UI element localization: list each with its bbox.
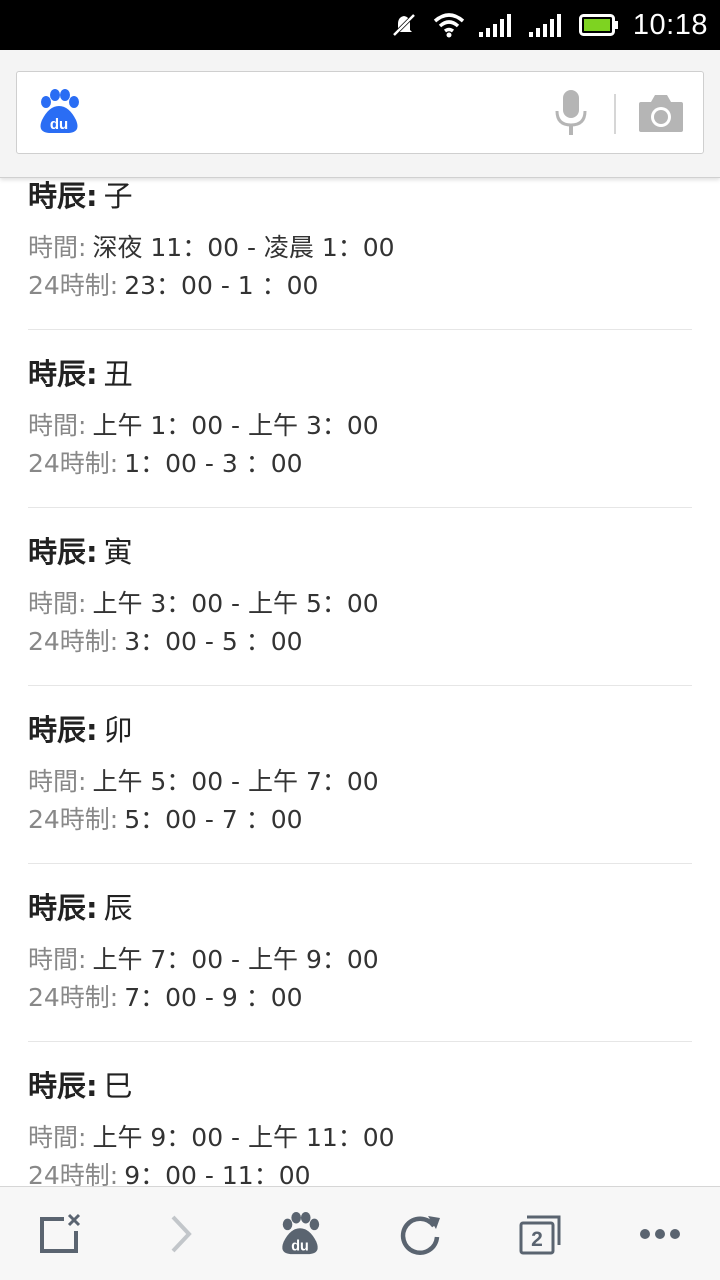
entry-title: 時辰: 丑 [28, 354, 133, 394]
time-label: 時間: [28, 589, 87, 618]
time-row: 時間: 上午 5：00 - 上午 7：00 [28, 765, 379, 799]
shichen-label: 時辰: [28, 713, 98, 747]
time-row: 時間: 上午 3：00 - 上午 5：00 [28, 587, 379, 621]
close-page-button[interactable] [0, 1187, 120, 1280]
h24-value: 7：00 - 9 ：00 [124, 983, 303, 1012]
time-row: 時間: 深夜 11：00 - 凌晨 1：00 [28, 231, 395, 265]
forward-button[interactable] [120, 1187, 240, 1280]
entry-title: 時辰: 子 [28, 176, 133, 216]
shichen-value: 辰 [103, 891, 133, 925]
entry-title: 時辰: 卯 [28, 710, 133, 750]
baidu-home-button[interactable]: du [240, 1187, 360, 1280]
time-row: 時間: 上午 1：00 - 上午 3：00 [28, 409, 379, 443]
search-input[interactable] [99, 90, 539, 136]
forward-icon [165, 1213, 195, 1255]
h24-value: 23：00 - 1 ：00 [124, 271, 319, 300]
h24-label: 24時制: [28, 983, 119, 1012]
mic-icon[interactable] [553, 89, 589, 137]
tabs-button[interactable]: 2 [480, 1187, 600, 1280]
shichen-label: 時辰: [28, 535, 98, 569]
shichen-value: 子 [103, 179, 133, 213]
h24-row: 24時制: 1：00 - 3 ：00 [28, 447, 303, 481]
h24-label: 24時制: [28, 271, 119, 300]
h24-label: 24時制: [28, 449, 119, 478]
refresh-icon [398, 1212, 442, 1256]
time-value: 上午 7：00 - 上午 9：00 [92, 945, 379, 974]
close-page-icon [38, 1213, 82, 1255]
baidu-logo[interactable]: du [37, 88, 81, 136]
shichen-label: 時辰: [28, 357, 98, 391]
time-label: 時間: [28, 1123, 87, 1152]
h24-value: 3：00 - 5 ：00 [124, 627, 303, 656]
shichen-value: 巳 [103, 1069, 133, 1103]
h24-row: 24時制: 3：00 - 5 ：00 [28, 625, 303, 659]
result-list: 時辰: 子 時間: 深夜 11：00 - 凌晨 1：00 24時制: 23：00 - … [28, 0, 692, 1280]
shichen-label: 時辰: [28, 1069, 98, 1103]
time-label: 時間: [28, 767, 87, 796]
time-value: 上午 1：00 - 上午 3：00 [92, 411, 379, 440]
time-label: 時間: [28, 411, 87, 440]
h24-row: 24時制: 23：00 - 1 ：00 [28, 269, 318, 303]
more-icon [639, 1228, 681, 1240]
time-label: 時間: [28, 945, 87, 974]
time-row: 時間: 上午 9：00 - 上午 11：00 [28, 1121, 395, 1155]
shichen-value: 寅 [103, 535, 133, 569]
time-label: 時間: [28, 233, 87, 262]
shichen-value: 丑 [103, 357, 133, 391]
list-item: 時辰: 卯 時間: 上午 5：00 - 上午 7：00 24時制: 5：00 - 7 … [28, 686, 692, 864]
entry-title: 時辰: 寅 [28, 532, 133, 572]
time-value: 上午 3：00 - 上午 5：00 [92, 589, 379, 618]
time-row: 時間: 上午 7：00 - 上午 9：00 [28, 943, 379, 977]
h24-label: 24時制: [28, 805, 119, 834]
shichen-label: 時辰: [28, 891, 98, 925]
search-header: du [0, 50, 720, 178]
tabs-icon: 2 [517, 1213, 563, 1255]
search-box[interactable]: du [16, 71, 704, 154]
camera-icon[interactable] [638, 92, 684, 134]
h24-label: 24時制: [28, 627, 119, 656]
time-value: 上午 9：00 - 上午 11：00 [92, 1123, 395, 1152]
shichen-label: 時辰: [28, 179, 98, 213]
svg-text:2: 2 [531, 1228, 543, 1251]
search-divider [614, 94, 616, 134]
list-item: 時辰: 丑 時間: 上午 1：00 - 上午 3：00 24時制: 1：00 - 3 … [28, 330, 692, 508]
list-item: 時辰: 辰 時間: 上午 7：00 - 上午 9：00 24時制: 7：00 - 9 … [28, 864, 692, 1042]
shichen-value: 卯 [103, 713, 133, 747]
h24-row: 24時制: 5：00 - 7 ：00 [28, 803, 303, 837]
time-value: 上午 5：00 - 上午 7：00 [92, 767, 379, 796]
baidu-home-icon: du [278, 1211, 322, 1257]
more-button[interactable] [600, 1187, 720, 1280]
h24-value: 1：00 - 3 ：00 [124, 449, 303, 478]
entry-title: 時辰: 巳 [28, 1066, 133, 1106]
bottom-toolbar: du 2 [0, 1186, 720, 1280]
h24-row: 24時制: 7：00 - 9 ：00 [28, 981, 303, 1015]
list-item: 時辰: 子 時間: 深夜 11：00 - 凌晨 1：00 24時制: 23：00 - … [28, 152, 692, 330]
time-value: 深夜 11：00 - 凌晨 1：00 [92, 233, 395, 262]
svg-text:du: du [291, 1238, 309, 1254]
entry-title: 時辰: 辰 [28, 888, 133, 928]
h24-value: 5：00 - 7 ：00 [124, 805, 303, 834]
refresh-button[interactable] [360, 1187, 480, 1280]
list-item: 時辰: 寅 時間: 上午 3：00 - 上午 5：00 24時制: 3：00 - 5 … [28, 508, 692, 686]
svg-text:du: du [50, 116, 68, 133]
